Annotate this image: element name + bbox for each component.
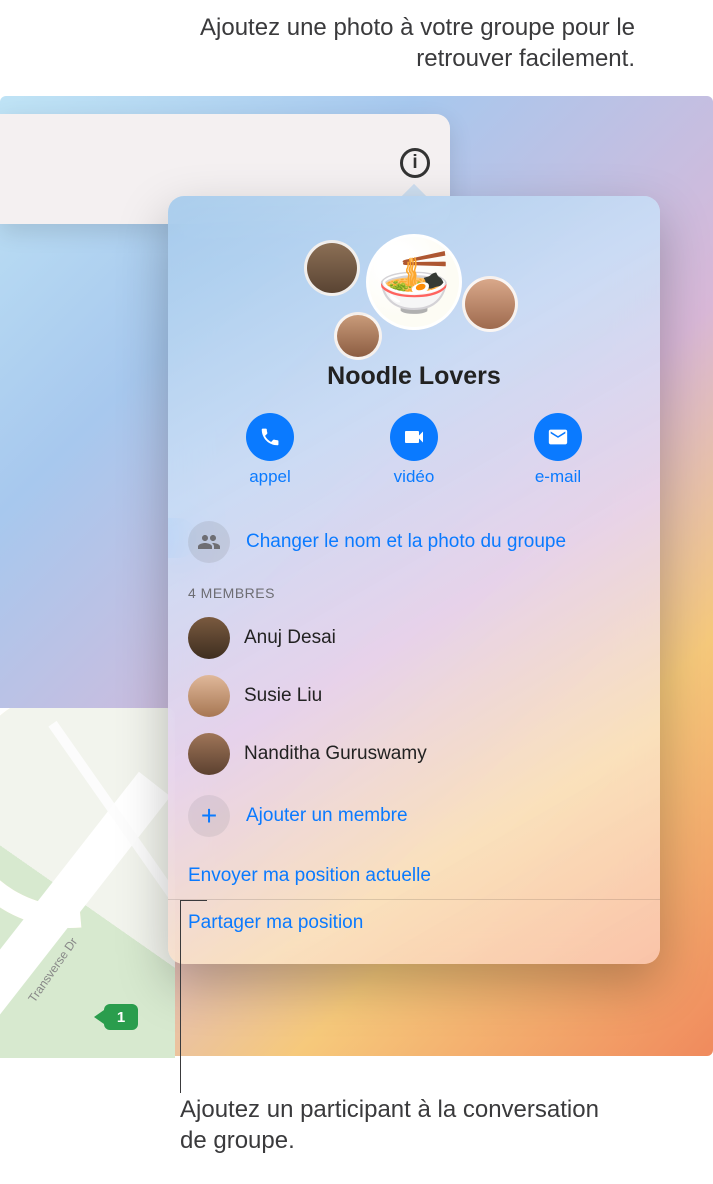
email-button[interactable]: e-mail (534, 413, 582, 487)
email-label: e-mail (535, 467, 581, 487)
group-avatar-main: 🍜 (366, 234, 462, 330)
call-label: appel (249, 467, 291, 487)
member-avatar (188, 675, 230, 717)
share-my-location-link[interactable]: Partager ma position (188, 900, 640, 946)
plus-icon: + (188, 795, 230, 837)
member-name: Anuj Desai (244, 627, 336, 649)
call-button[interactable]: appel (246, 413, 294, 487)
member-row[interactable]: Nanditha Guruswamy (188, 725, 640, 783)
member-row[interactable]: Susie Liu (188, 667, 640, 725)
member-avatar-small-2 (462, 276, 518, 332)
member-avatar-small-3 (334, 312, 382, 360)
info-icon[interactable]: i (400, 148, 430, 178)
member-row[interactable]: Anuj Desai (188, 609, 640, 667)
group-details-popover: 🍜 Noodle Lovers appel vidéo (168, 196, 660, 964)
callout-bottom-leader-line (180, 900, 181, 1093)
action-buttons-row: appel vidéo e-mail (198, 413, 630, 487)
video-icon (390, 413, 438, 461)
callout-bottom-text: Ajoutez un participant à la conversation… (180, 1094, 620, 1156)
email-icon (534, 413, 582, 461)
callout-bottom-leader-foot (181, 900, 207, 901)
members-section-header: 4 MEMBRES (188, 585, 640, 601)
member-avatar-small-1 (304, 240, 360, 296)
send-current-location-link[interactable]: Envoyer ma position actuelle (188, 853, 640, 899)
video-button[interactable]: vidéo (390, 413, 438, 487)
member-avatar (188, 733, 230, 775)
phone-icon (246, 413, 294, 461)
member-name: Nanditha Guruswamy (244, 743, 427, 765)
group-name: Noodle Lovers (188, 362, 640, 391)
map-route-shield: 1 (104, 1004, 138, 1030)
add-member-label: Ajouter un membre (246, 805, 408, 827)
member-name: Susie Liu (244, 685, 322, 707)
change-name-photo-label: Changer le nom et la photo du groupe (246, 531, 566, 553)
member-avatar (188, 617, 230, 659)
callout-top-text: Ajoutez une photo à votre groupe pour le… (175, 12, 635, 74)
group-avatar-cluster[interactable]: 🍜 (188, 226, 640, 356)
map-preview[interactable]: Transverse Dr 1 (0, 708, 175, 1058)
video-label: vidéo (394, 467, 435, 487)
add-member-row[interactable]: + Ajouter un membre (188, 783, 640, 853)
change-name-photo-row[interactable]: Changer le nom et la photo du groupe (188, 511, 640, 573)
group-people-icon (188, 521, 230, 563)
